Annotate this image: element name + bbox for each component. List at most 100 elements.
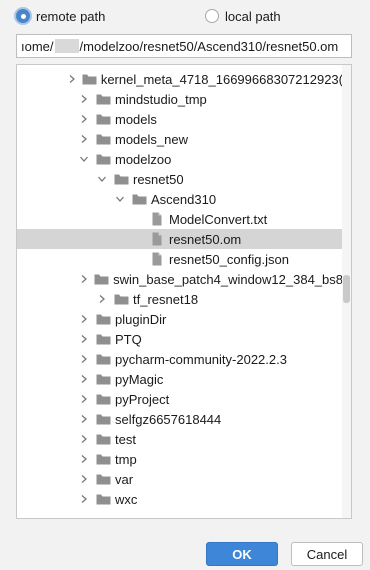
tree-item-label: test xyxy=(115,431,136,447)
tree-item-label: mindstudio_tmp xyxy=(115,91,207,107)
tree-item-label: pyMagic xyxy=(115,371,164,387)
tree-folder-row[interactable]: models_new xyxy=(17,129,343,149)
tree-folder-row[interactable]: var xyxy=(17,469,343,489)
ok-button[interactable]: OK xyxy=(206,542,278,566)
remote-path-radio[interactable]: remote path xyxy=(16,5,105,27)
folder-icon xyxy=(95,312,111,326)
scrollbar-thumb[interactable] xyxy=(343,275,350,303)
folder-icon xyxy=(95,492,111,506)
path-suffix: /modelzoo/resnet50/Ascend310/resnet50.om xyxy=(79,38,339,54)
chevron-right-icon[interactable] xyxy=(79,314,89,324)
chevron-right-icon[interactable] xyxy=(79,394,89,404)
local-path-radio-indicator[interactable] xyxy=(205,9,219,23)
folder-icon xyxy=(95,432,111,446)
path-prefix: ıome/ xyxy=(21,38,54,54)
tree-file-row[interactable]: resnet50_config.json xyxy=(17,249,343,269)
tree-item-label: models_new xyxy=(115,131,188,147)
tree-folder-row[interactable]: mindstudio_tmp xyxy=(17,89,343,109)
chevron-right-icon[interactable] xyxy=(79,334,89,344)
tree-item-label: var xyxy=(115,471,134,487)
tree-folder-row[interactable]: modelzoo xyxy=(17,149,343,169)
folder-icon xyxy=(113,292,129,306)
tree-folder-row[interactable]: tmp xyxy=(17,449,343,469)
chevron-right-icon[interactable] xyxy=(79,374,89,384)
tree-folder-row[interactable]: pyMagic xyxy=(17,369,343,389)
tree-item-label: pycharm-community-2022.2.3 xyxy=(115,351,287,367)
cancel-button[interactable]: Cancel xyxy=(291,542,363,566)
chevron-right-icon[interactable] xyxy=(79,454,89,464)
folder-icon xyxy=(82,72,97,86)
tree-folder-row[interactable]: kernel_meta_4718_16699668307212923( xyxy=(17,69,343,89)
tree-folder-row[interactable]: PTQ xyxy=(17,329,343,349)
remote-path-label: remote path xyxy=(36,8,106,24)
chevron-right-icon[interactable] xyxy=(97,294,107,304)
folder-icon xyxy=(95,352,111,366)
file-tree[interactable]: wxc var tmp test selfgz6657618444 pyProject py… xyxy=(16,64,352,519)
redacted-segment xyxy=(54,39,79,53)
tree-item-label: Ascend310 xyxy=(151,191,217,207)
chevron-right-icon[interactable] xyxy=(80,274,88,284)
tree-item-label: PTQ xyxy=(115,331,142,347)
tree-item-label: modelzoo xyxy=(115,151,172,167)
folder-icon xyxy=(131,192,147,206)
folder-icon xyxy=(95,92,111,106)
chevron-down-icon[interactable] xyxy=(115,194,125,204)
tree-item-label: pyProject xyxy=(115,391,170,407)
chevron-right-icon[interactable] xyxy=(79,114,89,124)
tree-item-label: ModelConvert.txt xyxy=(169,211,268,227)
folder-icon xyxy=(95,332,111,346)
folder-icon xyxy=(95,412,111,426)
tree-folder-row[interactable]: swin_base_patch4_window12_384_bs8 xyxy=(17,269,343,289)
tree-item-label: tmp xyxy=(115,451,137,467)
folder-icon xyxy=(95,132,111,146)
tree-item-label: models xyxy=(115,111,157,127)
tree-file-row[interactable]: resnet50.om xyxy=(17,229,343,249)
tree-item-label: swin_base_patch4_window12_384_bs8 xyxy=(113,271,343,287)
tree-folder-row[interactable]: pyProject xyxy=(17,389,343,409)
tree-item-label: tf_resnet18 xyxy=(133,291,199,307)
tree-item-label: resnet50.om xyxy=(169,231,242,247)
tree-item-label: resnet50 xyxy=(133,171,184,187)
chevron-right-icon[interactable] xyxy=(79,94,89,104)
chevron-right-icon[interactable] xyxy=(79,414,89,424)
tree-folder-row[interactable]: selfgz6657618444 xyxy=(17,409,343,429)
path-input[interactable]: ıome/ /modelzoo/resnet50/Ascend310/resne… xyxy=(16,34,352,58)
chevron-down-icon[interactable] xyxy=(97,174,107,184)
file-icon xyxy=(149,232,165,246)
tree-folder-row[interactable]: pycharm-community-2022.2.3 xyxy=(17,349,343,369)
folder-icon xyxy=(95,152,111,166)
chevron-right-icon[interactable] xyxy=(68,74,76,84)
tree-folder-row[interactable]: test xyxy=(17,429,343,449)
tree-file-row[interactable]: ModelConvert.txt xyxy=(17,209,343,229)
tree-item-label: pluginDir xyxy=(115,311,167,327)
chevron-right-icon[interactable] xyxy=(79,354,89,364)
tree-folder-row[interactable]: models xyxy=(17,109,343,129)
tree-vertical-scrollbar[interactable] xyxy=(342,65,351,518)
folder-icon xyxy=(95,472,111,486)
tree-folder-row[interactable]: Ascend310 xyxy=(17,189,343,209)
local-path-radio[interactable]: local path xyxy=(205,5,281,27)
tree-folder-row[interactable]: pluginDir xyxy=(17,309,343,329)
tree-folder-row[interactable]: resnet50 xyxy=(17,169,343,189)
file-icon xyxy=(149,252,165,266)
tree-item-label: resnet50_config.json xyxy=(169,251,289,267)
tree-folder-row[interactable]: wxc xyxy=(17,489,343,509)
folder-icon xyxy=(95,452,111,466)
chevron-down-icon[interactable] xyxy=(79,154,89,164)
folder-icon xyxy=(113,172,129,186)
folder-icon xyxy=(95,392,111,406)
folder-icon xyxy=(95,372,111,386)
folder-icon xyxy=(94,272,109,286)
chevron-right-icon[interactable] xyxy=(79,494,89,504)
tree-folder-row[interactable]: tf_resnet18 xyxy=(17,289,343,309)
local-path-label: local path xyxy=(225,8,281,24)
file-icon xyxy=(149,212,165,226)
remote-path-radio-indicator[interactable] xyxy=(16,9,30,23)
tree-item-label: selfgz6657618444 xyxy=(115,411,222,427)
chevron-right-icon[interactable] xyxy=(79,134,89,144)
chevron-right-icon[interactable] xyxy=(79,474,89,484)
tree-item-label: wxc xyxy=(115,491,138,507)
tree-item-label: kernel_meta_4718_16699668307212923( xyxy=(100,71,343,87)
folder-icon xyxy=(95,112,111,126)
chevron-right-icon[interactable] xyxy=(79,434,89,444)
